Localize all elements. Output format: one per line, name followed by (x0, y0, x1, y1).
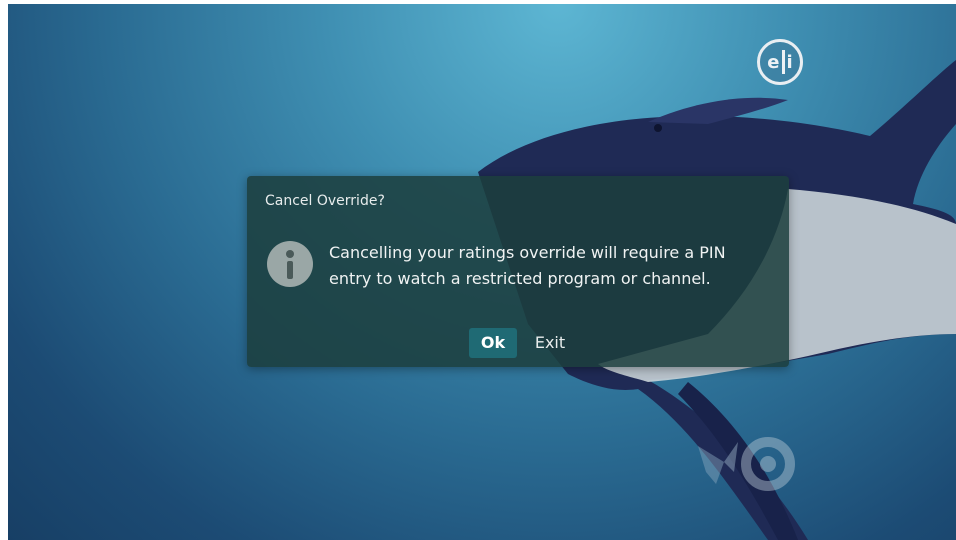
rating-letter-i: i (786, 51, 793, 73)
info-icon (267, 241, 313, 287)
rating-letter-e: e (767, 51, 780, 73)
network-watermark-logo (698, 437, 795, 491)
exit-button[interactable]: Exit (527, 328, 573, 358)
ok-button[interactable]: Ok (469, 328, 517, 358)
cancel-override-dialog: Cancel Override? Cancelling your ratings… (247, 176, 789, 367)
tv-screen: e i Cancel Override? Cancelling your rat… (8, 4, 956, 540)
rating-divider (781, 50, 785, 74)
info-icon-dot (286, 250, 294, 258)
dialog-title: Cancel Override? (265, 193, 385, 209)
info-icon-stem (287, 261, 293, 279)
dialog-message: Cancelling your ratings override will re… (329, 243, 726, 288)
rating-ei-icon: e i (757, 39, 803, 85)
